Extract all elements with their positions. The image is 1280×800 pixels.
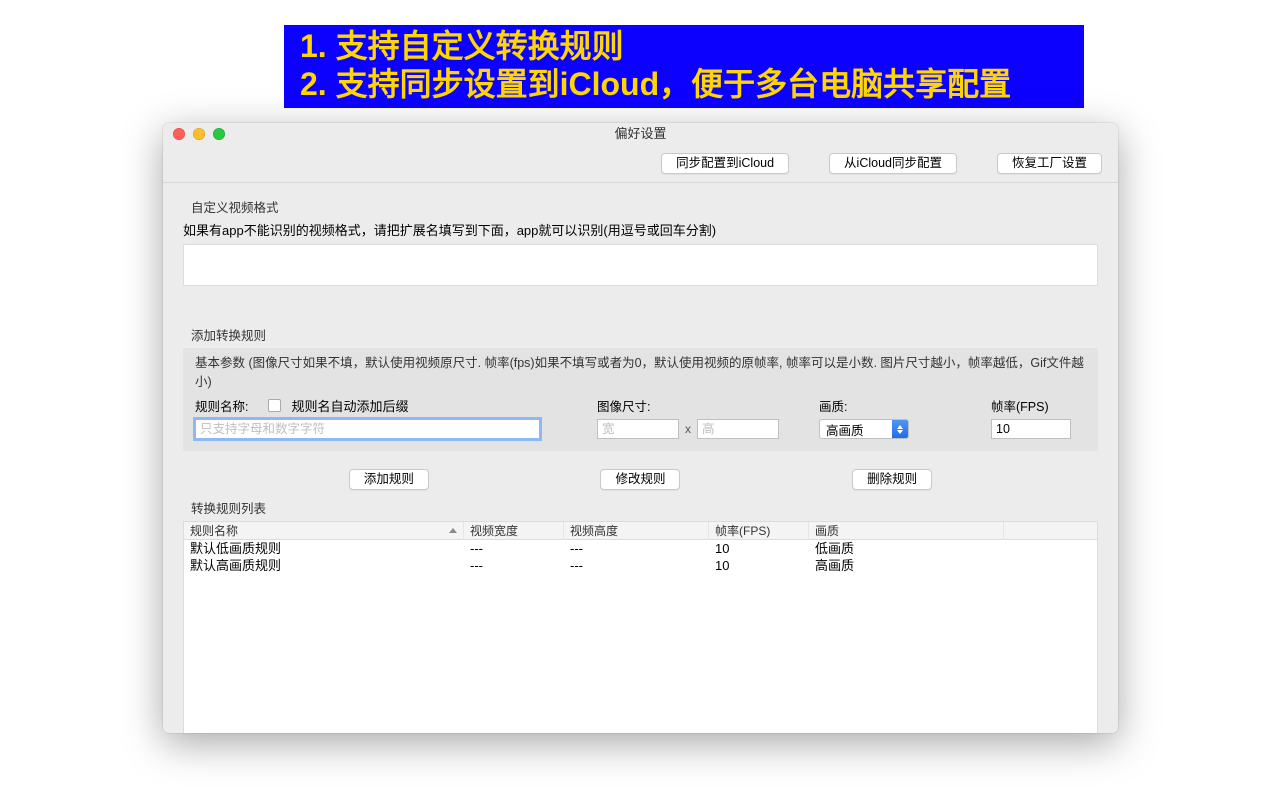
- restore-defaults-button[interactable]: 恢复工厂设置: [997, 153, 1102, 174]
- cell-width: ---: [464, 540, 564, 557]
- add-rule-label: 添加转换规则: [183, 325, 1098, 344]
- auto-suffix-label: 规则名自动添加后缀: [291, 396, 408, 415]
- rule-list-label: 转换规则列表: [183, 498, 1098, 517]
- cell-fps: 10: [709, 557, 809, 574]
- sync-to-icloud-button[interactable]: 同步配置到iCloud: [661, 153, 789, 174]
- preferences-window: 偏好设置 同步配置到iCloud 从iCloud同步配置 恢复工厂设置 自定义视…: [163, 123, 1118, 733]
- dimension-x: x: [685, 422, 691, 436]
- table-body: 默认低画质规则------10低画质默认高画质规则------10高画质: [184, 540, 1097, 574]
- cell-quality: 高画质: [809, 557, 1004, 574]
- width-input[interactable]: [597, 419, 679, 439]
- cell-height: ---: [564, 557, 709, 574]
- titlebar: 偏好设置: [163, 123, 1118, 145]
- fps-label: 帧率(FPS): [991, 396, 1111, 415]
- sync-from-icloud-button[interactable]: 从iCloud同步配置: [829, 153, 957, 174]
- banner-line1: 1. 支持自定义转换规则: [300, 27, 1068, 65]
- cell-width: ---: [464, 557, 564, 574]
- rule-params-note: 基本参数 (图像尺寸如果不填，默认使用视频原尺寸. 帧率(fps)如果不填写或者…: [195, 348, 1086, 396]
- col-rule-name[interactable]: 规则名称: [184, 522, 464, 540]
- quality-label: 画质:: [819, 396, 969, 415]
- modify-rule-button[interactable]: 修改规则: [600, 469, 680, 490]
- delete-rule-button[interactable]: 删除规则: [852, 469, 932, 490]
- auto-suffix-checkbox[interactable]: [268, 399, 281, 412]
- col-fps[interactable]: 帧率(FPS): [709, 522, 809, 540]
- window-controls: [173, 128, 225, 140]
- custom-format-input[interactable]: [183, 244, 1098, 286]
- table-row[interactable]: 默认低画质规则------10低画质: [184, 540, 1097, 557]
- toolbar: 同步配置到iCloud 从iCloud同步配置 恢复工厂设置: [163, 145, 1118, 183]
- rule-action-row: 添加规则 修改规则 删除规则: [183, 451, 1098, 498]
- add-rule-button[interactable]: 添加规则: [349, 469, 429, 490]
- table-row[interactable]: 默认高画质规则------10高画质: [184, 557, 1097, 574]
- minimize-icon[interactable]: [193, 128, 205, 140]
- custom-format-hint: 如果有app不能识别的视频格式，请把扩展名填写到下面，app就可以识别(用逗号或…: [183, 220, 1098, 239]
- custom-format-label: 自定义视频格式: [183, 197, 1098, 216]
- rule-params-box: 基本参数 (图像尺寸如果不填，默认使用视频原尺寸. 帧率(fps)如果不填写或者…: [183, 348, 1098, 451]
- quality-value: 高画质: [826, 420, 864, 439]
- cell-quality: 低画质: [809, 540, 1004, 557]
- sort-asc-icon: [449, 528, 457, 533]
- close-icon[interactable]: [173, 128, 185, 140]
- feature-banner: 1. 支持自定义转换规则 2. 支持同步设置到iCloud，便于多台电脑共享配置: [284, 25, 1084, 108]
- col-width[interactable]: 视频宽度: [464, 522, 564, 540]
- banner-line2: 2. 支持同步设置到iCloud，便于多台电脑共享配置: [300, 65, 1068, 103]
- table-header: 规则名称 视频宽度 视频高度 帧率(FPS) 画质: [184, 522, 1097, 540]
- col-spacer: [1004, 522, 1097, 540]
- cell-height: ---: [564, 540, 709, 557]
- quality-select[interactable]: 高画质: [819, 419, 909, 439]
- window-title: 偏好设置: [614, 126, 666, 141]
- col-height[interactable]: 视频高度: [564, 522, 709, 540]
- rule-name-input[interactable]: [195, 419, 540, 439]
- cell-name: 默认高画质规则: [184, 557, 464, 574]
- rule-name-label: 规则名称:: [195, 396, 248, 415]
- cell-name: 默认低画质规则: [184, 540, 464, 557]
- zoom-icon[interactable]: [213, 128, 225, 140]
- size-label: 图像尺寸:: [597, 396, 797, 415]
- col-quality[interactable]: 画质: [809, 522, 1004, 540]
- rule-table: 规则名称 视频宽度 视频高度 帧率(FPS) 画质 默认低画质规则------1…: [183, 521, 1098, 733]
- cell-fps: 10: [709, 540, 809, 557]
- select-arrows-icon: [892, 420, 908, 438]
- fps-input[interactable]: [991, 419, 1071, 439]
- height-input[interactable]: [697, 419, 779, 439]
